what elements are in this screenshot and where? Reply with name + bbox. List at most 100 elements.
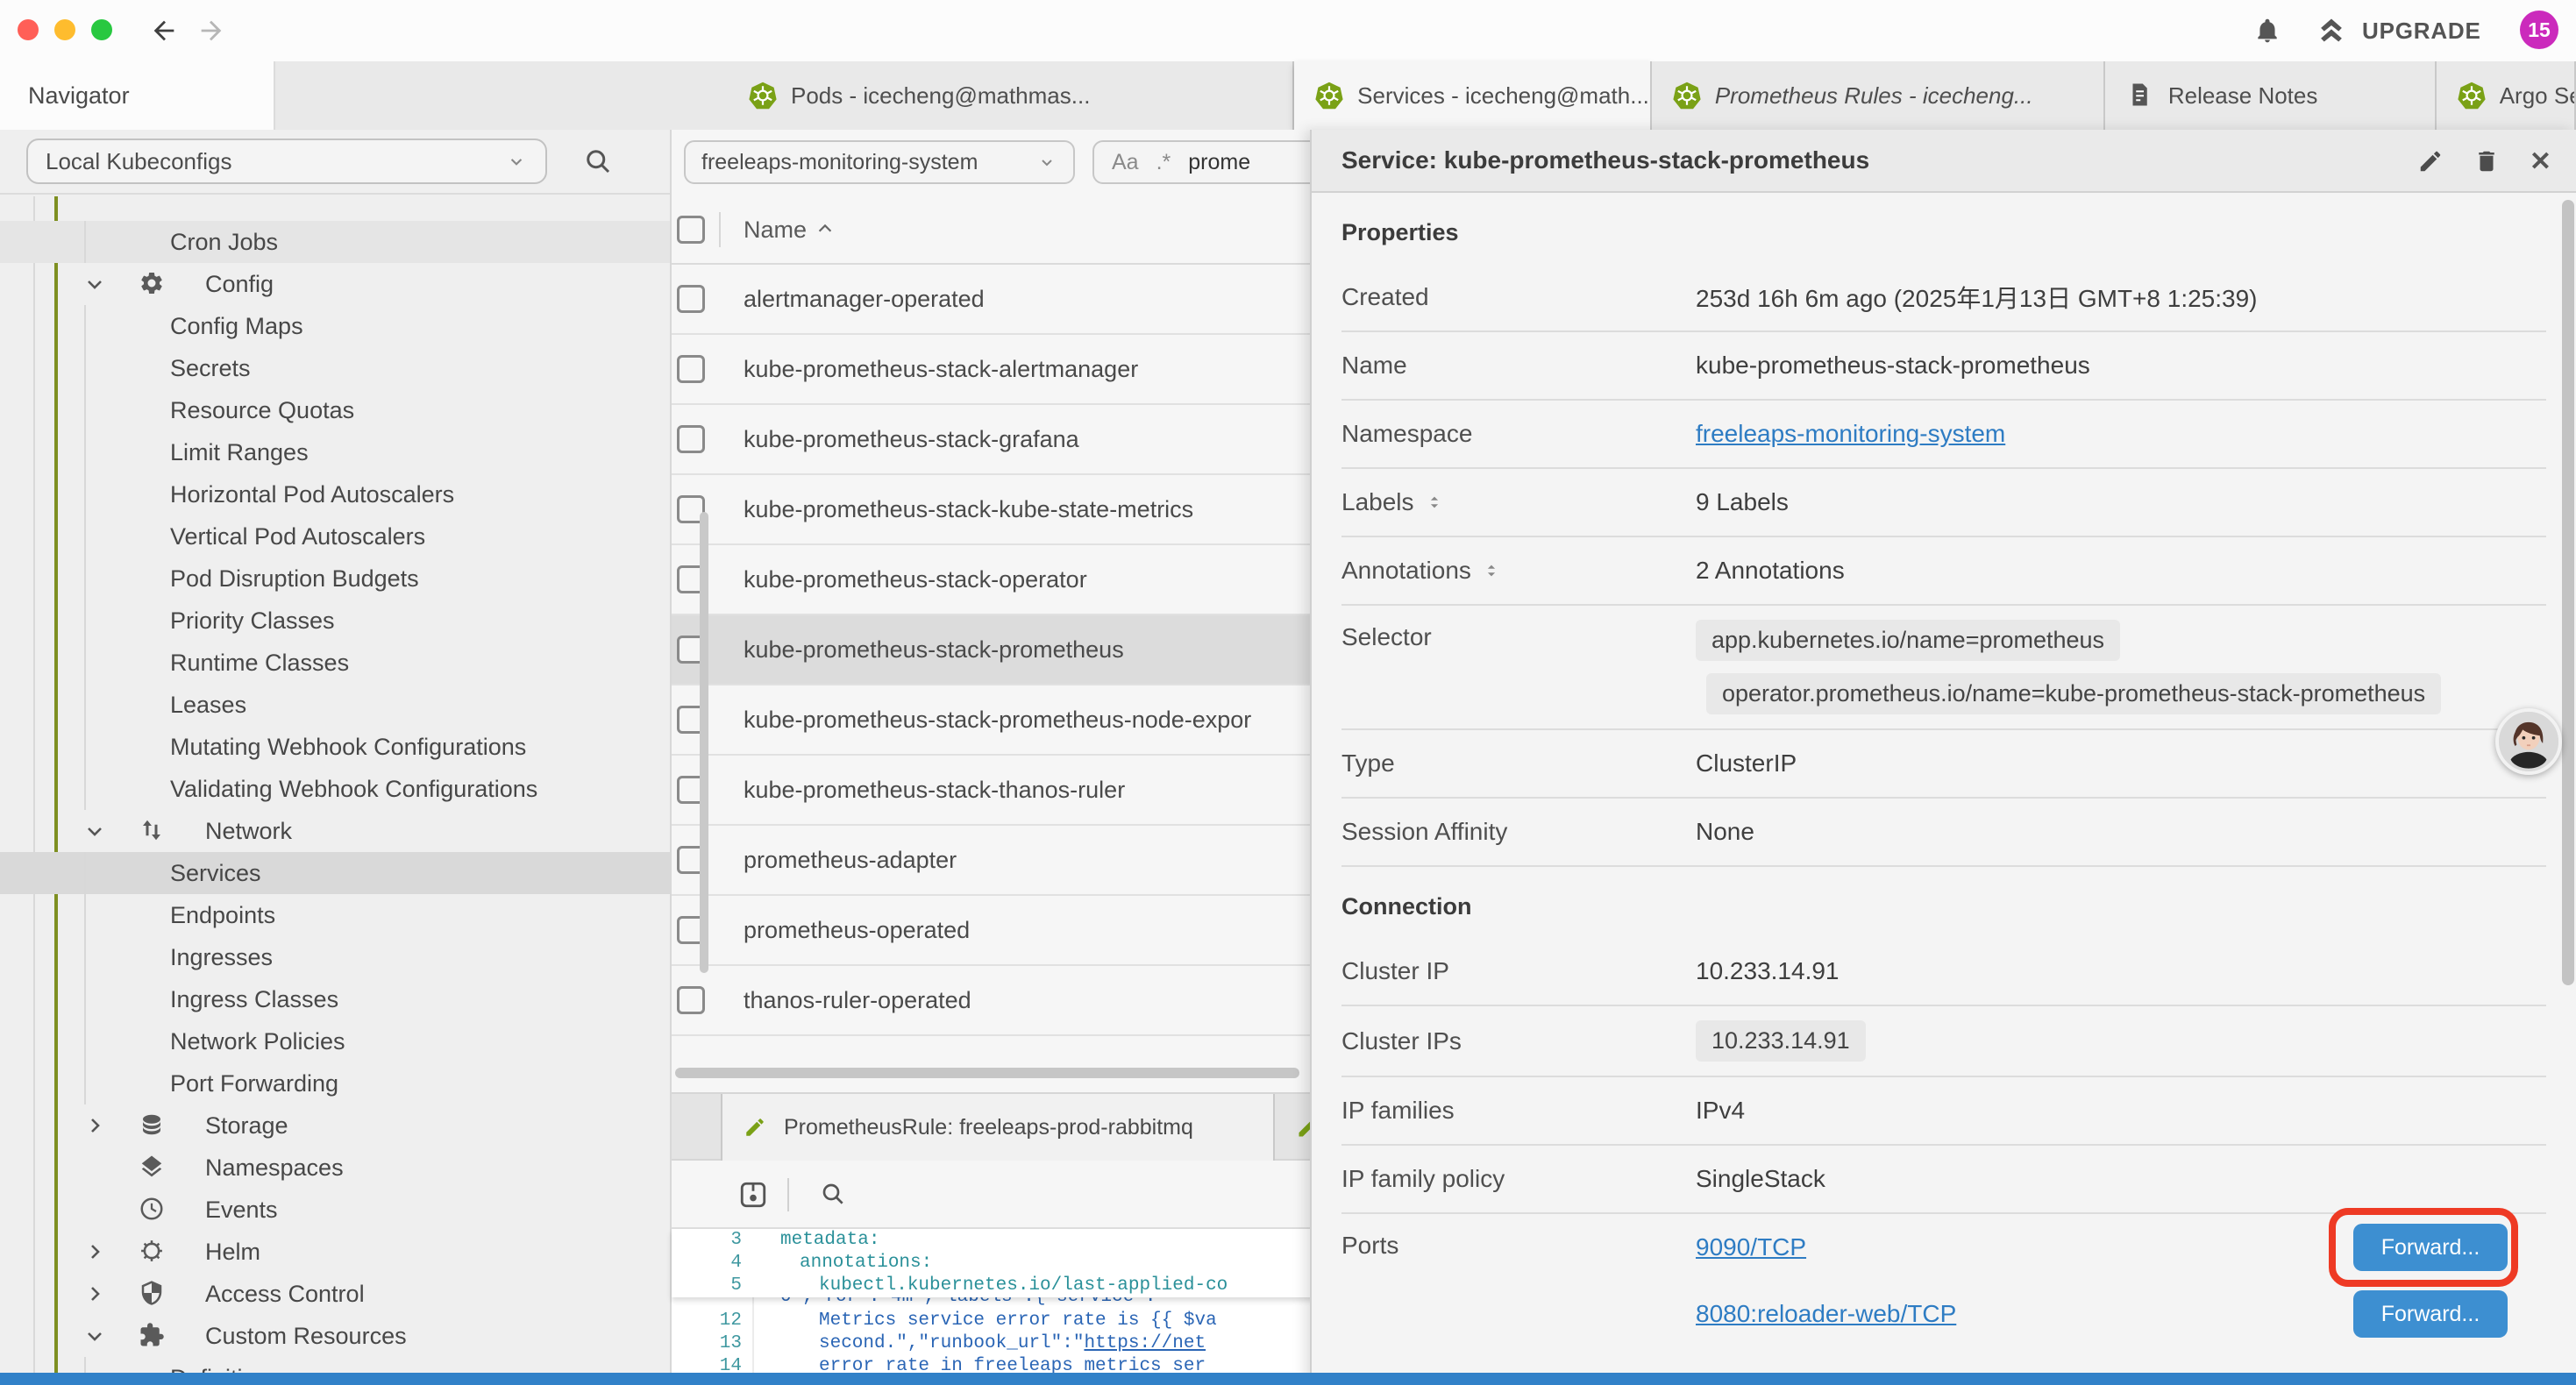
delete-trash-icon[interactable]: [2473, 148, 2500, 174]
assistant-avatar[interactable]: [2495, 708, 2562, 775]
tab-argo[interactable]: Argo Se: [2437, 61, 2576, 130]
port-link[interactable]: 8080:reloader-web/TCP: [1696, 1300, 1956, 1328]
sidebar-item-vertical-pod-autoscalers[interactable]: Vertical Pod Autoscalers: [0, 515, 670, 558]
sidebar-item-network[interactable]: Network: [0, 810, 670, 852]
sort-ascending-icon[interactable]: [815, 219, 835, 238]
sort-updown-icon[interactable]: [1482, 561, 1501, 580]
sidebar-item-storage[interactable]: Storage: [0, 1104, 670, 1147]
maximize-window-button[interactable]: [91, 19, 112, 40]
editor-search-icon[interactable]: [819, 1180, 847, 1208]
sidebar-item-network-policies[interactable]: Network Policies: [0, 1020, 670, 1062]
chevron-right-icon[interactable]: [84, 1115, 105, 1136]
row-checkbox[interactable]: [677, 425, 705, 453]
property-label: Session Affinity: [1341, 818, 1696, 846]
forward-button[interactable]: Forward...: [2353, 1224, 2508, 1271]
tab-services[interactable]: Services - icecheng@math...✕: [1294, 61, 1652, 130]
minimize-window-button[interactable]: [54, 19, 75, 40]
dock-tab-prometheusrule[interactable]: PrometheusRule: freeleaps-prod-rabbitmq: [721, 1094, 1275, 1161]
save-icon[interactable]: [738, 1180, 768, 1210]
sidebar-item-endpoints[interactable]: Endpoints: [0, 894, 670, 936]
close-window-button[interactable]: [18, 19, 39, 40]
sidebar-item-cron-jobs[interactable]: Cron Jobs: [0, 221, 670, 263]
service-name: kube-prometheus-stack-operator: [744, 566, 1087, 593]
sidebar-item-resource-quotas[interactable]: Resource Quotas: [0, 389, 670, 431]
notification-count-badge[interactable]: 15: [2520, 11, 2558, 49]
service-name: alertmanager-operated: [744, 286, 985, 313]
sidebar-item-validating-webhook-configurations[interactable]: Validating Webhook Configurations: [0, 768, 670, 810]
bottom-status-bar: [0, 1373, 2576, 1385]
back-arrow-icon[interactable]: [149, 16, 179, 46]
line-code: Metrics service error rate is {{ $va: [819, 1310, 1217, 1332]
sidebar-item-ingress-classes[interactable]: Ingress Classes: [0, 978, 670, 1020]
regex-toggle[interactable]: .*: [1156, 150, 1171, 175]
port-link[interactable]: 9090/TCP: [1696, 1233, 1806, 1261]
horizontal-scrollbar[interactable]: [675, 1068, 1299, 1078]
tab-label: Services - icecheng@math...: [1357, 82, 1649, 110]
drawer-scrollbar[interactable]: [2562, 200, 2574, 985]
forward-arrow-icon[interactable]: [196, 16, 226, 46]
sidebar-item-label: Endpoints: [170, 902, 275, 929]
sidebar-item-services[interactable]: Services: [0, 852, 670, 894]
chevron-down-icon[interactable]: [84, 820, 105, 842]
sidebar-search-icon[interactable]: [582, 146, 614, 177]
namespace-select-value: freeleaps-monitoring-system: [701, 150, 978, 175]
chevron-down-icon[interactable]: [84, 273, 105, 295]
tab-prometheus[interactable]: Prometheus Rules - icecheng...: [1652, 61, 2105, 130]
property-label: Type: [1341, 749, 1696, 778]
match-case-toggle[interactable]: Aa: [1112, 150, 1139, 175]
namespace-link[interactable]: freeleaps-monitoring-system: [1696, 420, 2005, 447]
sidebar-item-config[interactable]: Config: [0, 263, 670, 305]
sidebar-item-runtime-classes[interactable]: Runtime Classes: [0, 642, 670, 684]
close-icon[interactable]: ✕: [2530, 146, 2551, 177]
sidebar-item-events[interactable]: Events: [0, 1189, 670, 1231]
chevron-right-icon[interactable]: [84, 1283, 105, 1304]
namespace-select[interactable]: freeleaps-monitoring-system: [684, 140, 1075, 184]
sidebar-item-helm[interactable]: Helm: [0, 1231, 670, 1273]
sort-updown-icon[interactable]: [1425, 493, 1444, 512]
search-query-text: prome: [1188, 150, 1250, 175]
sidebar-item-ingresses[interactable]: Ingresses: [0, 936, 670, 978]
chevron-right-icon[interactable]: [84, 1241, 105, 1262]
notifications-bell-icon[interactable]: [2253, 16, 2281, 46]
chevron-down-icon[interactable]: [84, 1325, 105, 1346]
code-text: metadata:: [780, 1230, 879, 1250]
sidebar-item-label: Ingresses: [170, 944, 273, 971]
sidebar-item-secrets[interactable]: Secrets: [0, 347, 670, 389]
sidebar-item-label: Cron Jobs: [170, 229, 278, 256]
tab-release[interactable]: Release Notes: [2105, 61, 2437, 130]
sidebar-item-config-maps[interactable]: Config Maps: [0, 305, 670, 347]
upgrade-button[interactable]: UPGRADE: [2315, 14, 2481, 47]
chevron-down-icon: [505, 150, 528, 173]
sidebar-item-namespaces[interactable]: Namespaces: [0, 1147, 670, 1189]
select-all-checkbox[interactable]: [677, 216, 705, 244]
sidebar-item-priority-classes[interactable]: Priority Classes: [0, 600, 670, 642]
forward-button[interactable]: Forward...: [2353, 1290, 2508, 1338]
line-number: 3: [672, 1229, 742, 1252]
row-checkbox[interactable]: [677, 986, 705, 1014]
sidebar-item-limit-ranges[interactable]: Limit Ranges: [0, 431, 670, 473]
service-name: kube-prometheus-stack-grafana: [744, 426, 1079, 453]
sidebar-item-mutating-webhook-configurations[interactable]: Mutating Webhook Configurations: [0, 726, 670, 768]
code-text: Metrics service error rate is {{ $va: [819, 1310, 1217, 1331]
property-label: Cluster IPs: [1341, 1027, 1696, 1055]
code-text: annotations:: [800, 1253, 932, 1273]
property-value: None: [1696, 818, 2546, 846]
row-checkbox[interactable]: [677, 285, 705, 313]
sidebar-item-pod-disruption-budgets[interactable]: Pod Disruption Budgets: [0, 558, 670, 600]
edit-pencil-icon[interactable]: [2417, 148, 2444, 174]
property-row-cluster-ips: Cluster IPs10.233.14.91: [1341, 1006, 2546, 1077]
sidebar-item-label: Runtime Classes: [170, 650, 349, 677]
sidebar-scrollbar[interactable]: [700, 512, 708, 973]
kubernetes-icon: [2458, 82, 2486, 110]
sidebar-item-port-forwarding[interactable]: Port Forwarding: [0, 1062, 670, 1104]
row-checkbox[interactable]: [677, 355, 705, 383]
kubeconfig-select[interactable]: Local Kubeconfigs: [26, 138, 547, 184]
sidebar-item-horizontal-pod-autoscalers[interactable]: Horizontal Pod Autoscalers: [0, 473, 670, 515]
sidebar-item-leases[interactable]: Leases: [0, 684, 670, 726]
dock-tab-title: PrometheusRule: freeleaps-prod-rabbitmq: [784, 1115, 1193, 1140]
tab-pods[interactable]: Pods - icecheng@mathmas...: [728, 61, 1294, 130]
name-column-header[interactable]: Name: [744, 217, 807, 244]
navigator-panel-tab[interactable]: Navigator: [0, 61, 275, 130]
sidebar-item-access-control[interactable]: Access Control: [0, 1273, 670, 1315]
sidebar-item-custom-resources[interactable]: Custom Resources: [0, 1315, 670, 1357]
